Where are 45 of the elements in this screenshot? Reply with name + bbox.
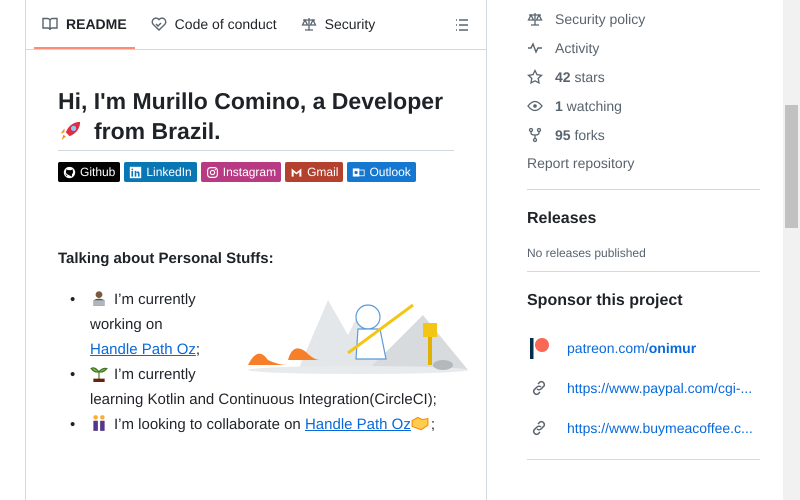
- list-icon[interactable]: [454, 17, 470, 33]
- mail-icon: [290, 166, 304, 178]
- list-item-text: I’m currently learning Kotlin and Continuous Integration(CircleCI);: [90, 366, 437, 408]
- bullet: •: [70, 415, 76, 435]
- pulse-icon: [527, 40, 543, 56]
- repo-stat-link[interactable]: Activity: [555, 40, 600, 56]
- linkedin-icon: [129, 166, 142, 178]
- badge-link[interactable]: Instagram: [200, 162, 282, 182]
- link[interactable]: Handle Path Oz: [304, 416, 411, 433]
- bullet: •: [70, 290, 76, 310]
- repo-stat-link[interactable]: 1 watching: [555, 98, 622, 114]
- tab[interactable]: Code of conduct: [142, 0, 285, 49]
- badge-link[interactable]: LinkedIn: [124, 162, 197, 182]
- badge-link[interactable]: Outlook: [347, 162, 416, 182]
- scrollbar[interactable]: [783, 0, 800, 500]
- sponsor-link[interactable]: patreon.com/onimur: [567, 340, 696, 356]
- fork-icon: [527, 126, 543, 142]
- scale-icon: [527, 10, 543, 26]
- empty-text: No releases published: [527, 246, 647, 260]
- repo-stat-link[interactable]: Security policy: [555, 10, 646, 26]
- bullet: •: [70, 365, 76, 385]
- section-heading: Sponsor this project: [527, 292, 684, 310]
- camera-icon: [206, 166, 219, 178]
- report-link[interactable]: Report repository: [527, 149, 760, 178]
- heart-icon: [150, 16, 167, 32]
- repo-stat-link[interactable]: 42 stars: [555, 68, 605, 84]
- scale-icon: [300, 16, 317, 32]
- list-item-text: I’m currently working on Handle Path Oz;: [90, 291, 200, 358]
- sponsor-link[interactable]: https://www.buymeacoffee.c...: [567, 420, 753, 436]
- list-item-text: I’m looking to collaborate on Handle Path Oz ;: [90, 416, 436, 433]
- envelope-icon: [352, 166, 366, 178]
- sponsor-link[interactable]: https://www.paypal.com/cgi-...: [567, 380, 752, 396]
- repo-stat-link[interactable]: 95 forks: [555, 126, 605, 142]
- star-icon: [527, 68, 543, 84]
- book-icon: [42, 16, 58, 32]
- patreon-icon: [527, 336, 551, 360]
- readme-heading: from Brazil.: [94, 117, 221, 146]
- readme-heading: Hi, I'm Murillo Comino, a Developer: [58, 87, 444, 116]
- badge-link[interactable]: Gmail: [285, 162, 344, 182]
- badge-link[interactable]: Github: [58, 162, 120, 182]
- section-heading: Releases: [527, 210, 598, 228]
- tab[interactable]: README: [34, 0, 135, 49]
- section-heading: Talking about Personal Stuffs:: [58, 250, 275, 267]
- link[interactable]: Handle Path Oz: [90, 341, 196, 358]
- tab[interactable]: Security: [292, 0, 384, 49]
